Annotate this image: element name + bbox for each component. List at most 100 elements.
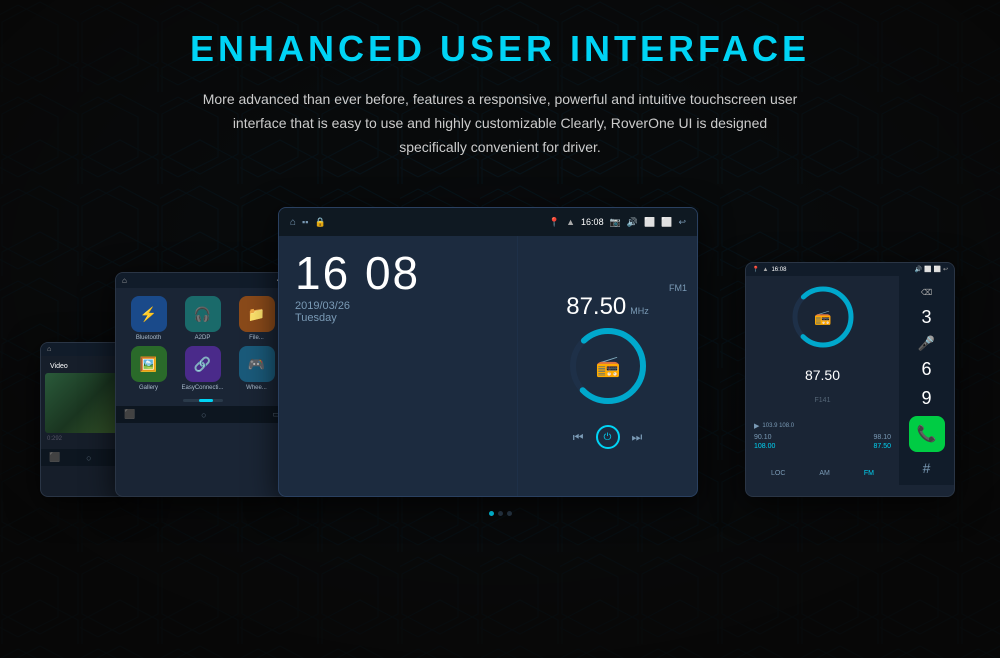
rs-loc: LOC <box>771 470 785 477</box>
ls-app-gallery[interactable]: 🖼️ Gallery <box>124 346 173 391</box>
rs-am: AM <box>819 470 830 477</box>
ls-file-label: File... <box>249 335 264 341</box>
dot-2 <box>498 511 503 516</box>
rs-call-button[interactable]: 📞 <box>909 416 945 452</box>
rs-loc-icon: 📍 <box>752 266 759 273</box>
ls-easy-label: EasyConnecti... <box>181 385 223 391</box>
rs-num-3[interactable]: 3 <box>921 307 931 328</box>
ls-gallery-icon: 🖼️ <box>131 346 167 382</box>
location-icon: 📍 <box>549 217 560 228</box>
rs-screen2: ⬜ <box>933 266 940 273</box>
center-radio-panel: FM1 87.50 MHz 📻 <box>517 236 697 496</box>
screens-container: ⌂ ▪▪▪ Video 0:292 ⬛ ○ ▭ ⌂ <box>0 187 1000 507</box>
radio-controls: ⏮ ⏻ ⏭ <box>573 425 643 449</box>
svg-text:📻: 📻 <box>814 309 831 326</box>
radio-gauge: 📻 <box>563 321 653 411</box>
ls-scroll-thumb <box>199 399 213 402</box>
ls-wheel-label: Whee... <box>246 385 267 391</box>
rs-band-labels: LOC AM FM <box>750 468 895 479</box>
rs-keypad: ⌫ 3 🎤 6 9 📞 # <box>899 276 954 485</box>
screen-icon: ⬜ <box>644 217 655 228</box>
ls-bluetooth-label: Bluetooth <box>136 335 161 341</box>
rs-freq-90: 90.10 <box>754 434 772 441</box>
rs-mic-icon: 🎤 <box>918 335 935 352</box>
rs-freq-98: 98.10 <box>873 434 891 441</box>
rs-band-list: ▶ 103.9 108.0 90.10 98.10 108.00 87.50 <box>750 418 895 454</box>
ls-file-icon: 📁 <box>239 296 275 332</box>
menu-icon: ▪▪ <box>302 217 308 227</box>
rs-range1: 103.9 108.0 <box>762 423 794 429</box>
rs-back: ↩ <box>943 266 948 273</box>
rs-del-btn[interactable]: ⌫ <box>919 286 934 299</box>
lock-icon: 🔒 <box>314 217 325 228</box>
lf-time: 0:292 <box>47 436 62 442</box>
rs-header-right: 🔊 ⬜ ⬜ ↩ <box>915 266 948 273</box>
power-btn[interactable]: ⏻ <box>596 425 620 449</box>
date-display: 2019/03/26 Tuesday <box>295 300 501 324</box>
rs-num-9[interactable]: 9 <box>921 388 931 409</box>
rs-header: 📍 ▲ 16:08 🔊 ⬜ ⬜ ↩ <box>746 263 954 276</box>
center-status: 📍 ▲ 16:08 📷 🔊 ⬜ ⬜ ↩ <box>548 217 687 228</box>
rs-signal-icon: ▲ <box>762 267 768 273</box>
center-header: ⌂ ▪▪ 🔒 📍 ▲ 16:08 📷 🔊 ⬜ ⬜ ↩ <box>279 208 697 236</box>
rs-num-6[interactable]: 6 <box>921 359 931 380</box>
page-subtitle: More advanced than ever before, features… <box>200 88 800 159</box>
ls-easy-icon: 🔗 <box>185 346 221 382</box>
center-nav-icons: ⌂ ▪▪ 🔒 <box>289 217 327 228</box>
ls-scroll-bar <box>183 399 223 402</box>
rs-screen1: ⬜ <box>924 266 931 273</box>
lf-home-icon: ⌂ <box>47 346 51 353</box>
ls-home-btn: ○ <box>201 410 206 420</box>
fm-label: FM1 <box>528 283 687 293</box>
ls-app-wheel[interactable]: 🎮 Whee... <box>232 346 281 391</box>
rs-freq-display: 87.50 <box>750 367 895 383</box>
ls-app-file[interactable]: 📁 File... <box>232 296 281 341</box>
page-content: ENHANCED USER INTERFACE More advanced th… <box>0 0 1000 516</box>
home-icon: ⌂ <box>290 217 296 228</box>
ls-app-bluetooth[interactable]: ⚡ Bluetooth <box>124 296 173 341</box>
prev-track-btn[interactable]: ⏮ <box>573 430 584 445</box>
dot-1 <box>489 511 494 516</box>
center-app-grid: 📍 Navigation 📻 Radio 🎵 Music 🎬 Video ⚙️ <box>279 496 697 497</box>
ls-header: ⌂ ▪▪▪ <box>116 273 289 288</box>
camera-icon: 📷 <box>610 217 621 228</box>
ls-a2dp-label: A2DP <box>195 335 211 341</box>
ls-home-icon: ⌂ <box>122 276 127 285</box>
center-time-panel: 16 08 2019/03/26 Tuesday <box>279 236 517 496</box>
rs-hash[interactable]: # <box>923 460 931 476</box>
dot-3 <box>507 511 512 516</box>
power-icon: ⏻ <box>604 432 612 443</box>
ls-a2dp-icon: 🎧 <box>185 296 221 332</box>
freq-unit: MHz <box>630 306 649 316</box>
rs-freq-108: 108.00 <box>754 443 775 450</box>
rs-freq-87: 87.50 <box>873 443 891 450</box>
rs-band-row-3: 108.00 87.50 <box>754 443 891 450</box>
rs-radio-left: 📻 87.50 F141 ▶ 103.9 108.0 90.10 98. <box>746 276 899 485</box>
freq-display: 87.50 MHz <box>566 293 649 321</box>
rs-expand: ▶ <box>754 422 759 430</box>
rs-band-row-2: 90.10 98.10 <box>754 434 891 441</box>
ls-bottom-bar: ⬛ ○ ▭ <box>116 406 289 423</box>
rs-gauge: 📻 <box>788 282 858 352</box>
wifi-icon: ▲ <box>566 217 575 227</box>
rs-time: 16:08 <box>771 267 786 273</box>
ls-wheel-icon: 🎮 <box>239 346 275 382</box>
ls-scroll <box>116 399 289 406</box>
screen-center: ⌂ ▪▪ 🔒 📍 ▲ 16:08 📷 🔊 ⬜ ⬜ ↩ <box>278 207 698 497</box>
freq-value: 87.50 <box>566 293 626 321</box>
screen-right: 📍 ▲ 16:08 🔊 ⬜ ⬜ ↩ <box>745 262 955 497</box>
next-track-btn[interactable]: ⏭ <box>632 430 643 445</box>
screen-left: ⌂ ▪▪▪ ⚡ Bluetooth 🎧 A2DP 📁 File... <box>115 272 290 497</box>
rs-body: 📻 87.50 F141 ▶ 103.9 108.0 90.10 98. <box>746 276 954 485</box>
ls-app-a2dp[interactable]: 🎧 A2DP <box>178 296 227 341</box>
center-body: 16 08 2019/03/26 Tuesday FM1 87.50 MHz <box>279 236 697 496</box>
svg-text:📻: 📻 <box>595 356 620 378</box>
status-time: 16:08 <box>581 217 604 227</box>
page-dots <box>489 511 512 516</box>
ls-app-easyconnect[interactable]: 🔗 EasyConnecti... <box>178 346 227 391</box>
time-section: 16 08 2019/03/26 Tuesday <box>295 250 501 324</box>
ls-bluetooth-icon: ⚡ <box>131 296 167 332</box>
clock-display: 16 08 <box>295 250 501 296</box>
rs-freq-sub: F141 <box>750 397 895 404</box>
rs-fm: FM <box>864 470 874 477</box>
